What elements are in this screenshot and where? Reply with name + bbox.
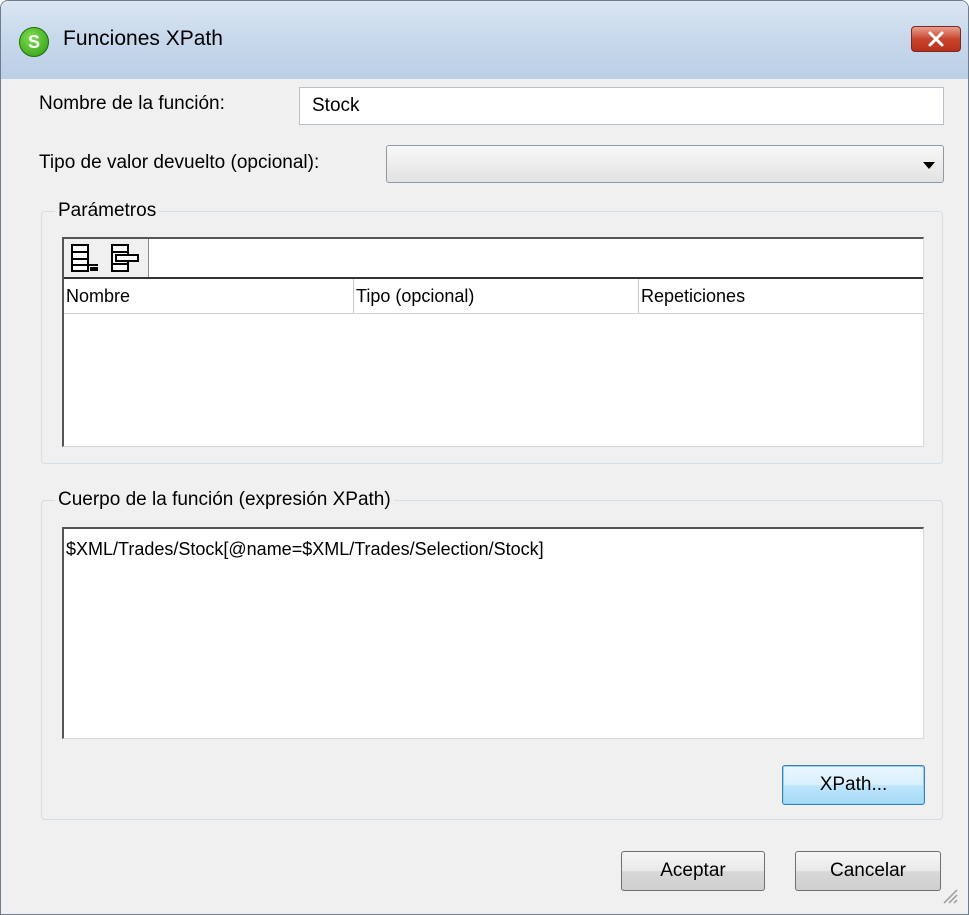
- dialog-client-area: Nombre de la función: Stock Tipo de valo…: [9, 79, 960, 906]
- app-logo-letter: S: [27, 32, 40, 52]
- return-type-select[interactable]: [386, 145, 944, 183]
- parameters-table: Nombre Tipo (opcional) Repeticiones: [62, 237, 924, 447]
- close-button[interactable]: [911, 26, 961, 52]
- parameters-toolbar: [64, 239, 149, 277]
- return-type-label: Tipo de valor devuelto (opcional):: [39, 152, 320, 173]
- parameters-legend: Parámetros: [55, 200, 160, 222]
- append-row-button[interactable]: [68, 243, 104, 273]
- xpath-expression-editor[interactable]: $XML/Trades/Stock[@name=$XML/Trades/Sele…: [62, 527, 924, 739]
- close-x-icon: [928, 31, 944, 47]
- insert-row-button[interactable]: [108, 243, 144, 273]
- function-name-label: Nombre de la función:: [39, 93, 225, 114]
- title-bar[interactable]: S Funciones XPath: [1, 1, 968, 79]
- cancel-button[interactable]: Cancelar: [795, 851, 941, 891]
- function-name-input[interactable]: Stock: [299, 87, 944, 125]
- column-header-name[interactable]: Nombre: [64, 279, 354, 313]
- ok-button[interactable]: Aceptar: [621, 851, 765, 891]
- column-header-type[interactable]: Tipo (opcional): [354, 279, 639, 313]
- append-row-icon: [71, 244, 98, 272]
- app-logo-icon: S: [19, 27, 49, 57]
- xpath-builder-button[interactable]: XPath...: [782, 765, 925, 805]
- column-header-repetitions[interactable]: Repeticiones: [639, 279, 924, 313]
- insert-row-icon: [111, 244, 139, 272]
- window-title: Funciones XPath: [63, 27, 223, 50]
- parameters-header-row: Nombre Tipo (opcional) Repeticiones: [64, 279, 923, 314]
- chevron-down-icon: [923, 162, 935, 169]
- dialog-window: S Funciones XPath Nombre de la función: …: [0, 0, 969, 915]
- resize-grip-icon[interactable]: [940, 886, 958, 904]
- function-body-legend: Cuerpo de la función (expresión XPath): [55, 489, 394, 511]
